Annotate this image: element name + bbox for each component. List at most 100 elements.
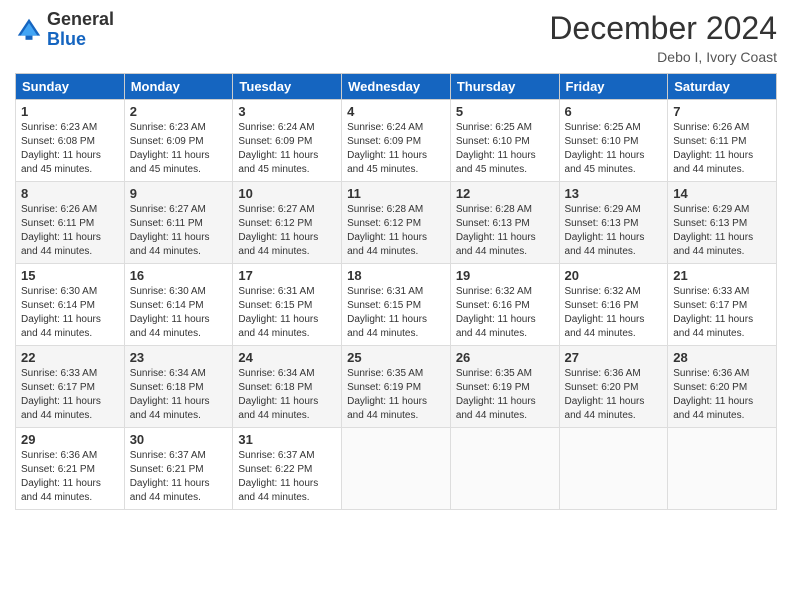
day-number: 25 <box>347 350 445 365</box>
calendar-cell: 12 Sunrise: 6:28 AM Sunset: 6:13 PM Dayli… <box>450 182 559 264</box>
calendar-cell: 6Sunrise: 6:25 AM Sunset: 6:10 PM Daylig… <box>559 100 668 182</box>
calendar-header-friday: Friday <box>559 74 668 100</box>
calendar-week-3: 15 Sunrise: 6:30 AM Sunset: 6:14 PM Dayli… <box>16 264 777 346</box>
calendar-week-5: 29 Sunrise: 6:36 AM Sunset: 6:21 PM Dayli… <box>16 428 777 510</box>
calendar-cell: 7 Sunrise: 6:26 AM Sunset: 6:11 PM Daylig… <box>668 100 777 182</box>
calendar-header-sunday: Sunday <box>16 74 125 100</box>
calendar-cell: 31 Sunrise: 6:37 AM Sunset: 6:22 PM Dayli… <box>233 428 342 510</box>
calendar-week-4: 22 Sunrise: 6:33 AM Sunset: 6:17 PM Dayli… <box>16 346 777 428</box>
calendar-cell: 3 Sunrise: 6:24 AM Sunset: 6:09 PM Daylig… <box>233 100 342 182</box>
logo-icon <box>15 16 43 44</box>
day-info: Sunrise: 6:31 AM Sunset: 6:15 PM Dayligh… <box>238 285 336 341</box>
day-info: Sunrise: 6:24 AM Sunset: 6:09 PM Dayligh… <box>347 121 445 177</box>
day-info: Sunrise: 6:30 AM Sunset: 6:14 PM Dayligh… <box>21 285 119 341</box>
day-info: Sunrise: 6:30 AM Sunset: 6:14 PM Dayligh… <box>130 285 228 341</box>
day-info: Sunrise: 6:26 AM Sunset: 6:11 PM Dayligh… <box>673 121 771 177</box>
calendar-header-thursday: Thursday <box>450 74 559 100</box>
calendar-cell: 17 Sunrise: 6:31 AM Sunset: 6:15 PM Dayli… <box>233 264 342 346</box>
calendar-cell: 13Sunrise: 6:29 AM Sunset: 6:13 PM Dayli… <box>559 182 668 264</box>
day-info: Sunrise: 6:23 AM Sunset: 6:08 PM Dayligh… <box>21 121 119 177</box>
calendar-cell: 8 Sunrise: 6:26 AM Sunset: 6:11 PM Daylig… <box>16 182 125 264</box>
day-number: 7 <box>673 104 771 119</box>
calendar-cell: 23Sunrise: 6:34 AM Sunset: 6:18 PM Dayli… <box>124 346 233 428</box>
day-info: Sunrise: 6:28 AM Sunset: 6:13 PM Dayligh… <box>456 203 554 259</box>
calendar: SundayMondayTuesdayWednesdayThursdayFrid… <box>15 73 777 510</box>
location-title: Debo I, Ivory Coast <box>549 49 777 65</box>
day-info: Sunrise: 6:28 AM Sunset: 6:12 PM Dayligh… <box>347 203 445 259</box>
calendar-header-saturday: Saturday <box>668 74 777 100</box>
day-number: 23 <box>130 350 228 365</box>
calendar-cell: 15 Sunrise: 6:30 AM Sunset: 6:14 PM Dayli… <box>16 264 125 346</box>
calendar-cell: 9Sunrise: 6:27 AM Sunset: 6:11 PM Daylig… <box>124 182 233 264</box>
day-number: 10 <box>238 186 336 201</box>
calendar-header-row: SundayMondayTuesdayWednesdayThursdayFrid… <box>16 74 777 100</box>
day-info: Sunrise: 6:35 AM Sunset: 6:19 PM Dayligh… <box>347 367 445 423</box>
day-number: 31 <box>238 432 336 447</box>
header: General Blue December 2024 Debo I, Ivory… <box>15 10 777 65</box>
day-number: 28 <box>673 350 771 365</box>
day-info: Sunrise: 6:33 AM Sunset: 6:17 PM Dayligh… <box>673 285 771 341</box>
calendar-cell <box>668 428 777 510</box>
day-info: Sunrise: 6:32 AM Sunset: 6:16 PM Dayligh… <box>456 285 554 341</box>
calendar-cell: 14 Sunrise: 6:29 AM Sunset: 6:13 PM Dayli… <box>668 182 777 264</box>
day-number: 11 <box>347 186 445 201</box>
calendar-cell: 26Sunrise: 6:35 AM Sunset: 6:19 PM Dayli… <box>450 346 559 428</box>
day-info: Sunrise: 6:27 AM Sunset: 6:11 PM Dayligh… <box>130 203 228 259</box>
calendar-cell: 22 Sunrise: 6:33 AM Sunset: 6:17 PM Dayli… <box>16 346 125 428</box>
day-number: 29 <box>21 432 119 447</box>
day-number: 1 <box>21 104 119 119</box>
day-info: Sunrise: 6:36 AM Sunset: 6:21 PM Dayligh… <box>21 449 119 505</box>
day-number: 12 <box>456 186 554 201</box>
day-number: 14 <box>673 186 771 201</box>
title-area: December 2024 Debo I, Ivory Coast <box>549 10 777 65</box>
calendar-cell: 25 Sunrise: 6:35 AM Sunset: 6:19 PM Dayli… <box>342 346 451 428</box>
calendar-cell <box>559 428 668 510</box>
day-number: 15 <box>21 268 119 283</box>
calendar-cell <box>450 428 559 510</box>
day-number: 2 <box>130 104 228 119</box>
logo: General Blue <box>15 10 114 50</box>
calendar-cell: 5 Sunrise: 6:25 AM Sunset: 6:10 PM Daylig… <box>450 100 559 182</box>
calendar-cell: 1 Sunrise: 6:23 AM Sunset: 6:08 PM Daylig… <box>16 100 125 182</box>
calendar-cell: 24Sunrise: 6:34 AM Sunset: 6:18 PM Dayli… <box>233 346 342 428</box>
calendar-header-tuesday: Tuesday <box>233 74 342 100</box>
calendar-cell: 27Sunrise: 6:36 AM Sunset: 6:20 PM Dayli… <box>559 346 668 428</box>
day-number: 3 <box>238 104 336 119</box>
calendar-cell: 21 Sunrise: 6:33 AM Sunset: 6:17 PM Dayli… <box>668 264 777 346</box>
calendar-cell: 10 Sunrise: 6:27 AM Sunset: 6:12 PM Dayli… <box>233 182 342 264</box>
day-number: 18 <box>347 268 445 283</box>
day-info: Sunrise: 6:25 AM Sunset: 6:10 PM Dayligh… <box>565 121 663 177</box>
day-number: 27 <box>565 350 663 365</box>
logo-line1: General <box>47 10 114 30</box>
day-info: Sunrise: 6:36 AM Sunset: 6:20 PM Dayligh… <box>673 367 771 423</box>
calendar-cell: 4 Sunrise: 6:24 AM Sunset: 6:09 PM Daylig… <box>342 100 451 182</box>
calendar-week-1: 1 Sunrise: 6:23 AM Sunset: 6:08 PM Daylig… <box>16 100 777 182</box>
day-number: 8 <box>21 186 119 201</box>
day-number: 4 <box>347 104 445 119</box>
day-number: 5 <box>456 104 554 119</box>
day-info: Sunrise: 6:33 AM Sunset: 6:17 PM Dayligh… <box>21 367 119 423</box>
day-number: 16 <box>130 268 228 283</box>
day-info: Sunrise: 6:29 AM Sunset: 6:13 PM Dayligh… <box>673 203 771 259</box>
calendar-cell: 2 Sunrise: 6:23 AM Sunset: 6:09 PM Daylig… <box>124 100 233 182</box>
day-number: 21 <box>673 268 771 283</box>
calendar-cell: 30 Sunrise: 6:37 AM Sunset: 6:21 PM Dayli… <box>124 428 233 510</box>
page: General Blue December 2024 Debo I, Ivory… <box>0 0 792 612</box>
calendar-cell: 28 Sunrise: 6:36 AM Sunset: 6:20 PM Dayli… <box>668 346 777 428</box>
day-info: Sunrise: 6:26 AM Sunset: 6:11 PM Dayligh… <box>21 203 119 259</box>
day-number: 17 <box>238 268 336 283</box>
calendar-cell: 19 Sunrise: 6:32 AM Sunset: 6:16 PM Dayli… <box>450 264 559 346</box>
day-number: 26 <box>456 350 554 365</box>
day-info: Sunrise: 6:37 AM Sunset: 6:22 PM Dayligh… <box>238 449 336 505</box>
calendar-week-2: 8 Sunrise: 6:26 AM Sunset: 6:11 PM Daylig… <box>16 182 777 264</box>
day-info: Sunrise: 6:27 AM Sunset: 6:12 PM Dayligh… <box>238 203 336 259</box>
day-number: 19 <box>456 268 554 283</box>
day-info: Sunrise: 6:23 AM Sunset: 6:09 PM Dayligh… <box>130 121 228 177</box>
day-info: Sunrise: 6:32 AM Sunset: 6:16 PM Dayligh… <box>565 285 663 341</box>
day-info: Sunrise: 6:24 AM Sunset: 6:09 PM Dayligh… <box>238 121 336 177</box>
day-number: 30 <box>130 432 228 447</box>
day-number: 22 <box>21 350 119 365</box>
calendar-header-wednesday: Wednesday <box>342 74 451 100</box>
day-info: Sunrise: 6:25 AM Sunset: 6:10 PM Dayligh… <box>456 121 554 177</box>
day-info: Sunrise: 6:37 AM Sunset: 6:21 PM Dayligh… <box>130 449 228 505</box>
